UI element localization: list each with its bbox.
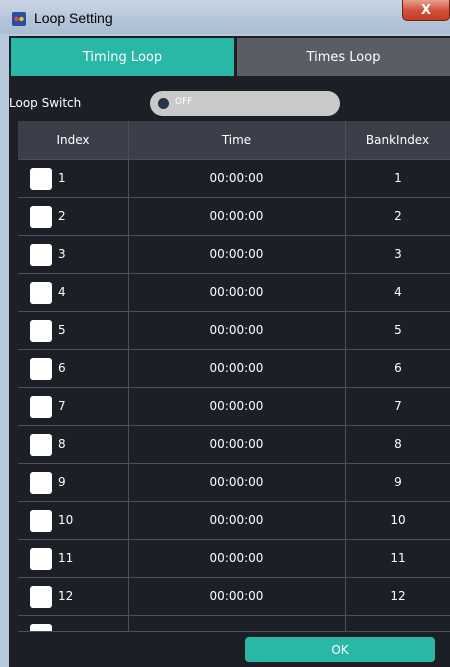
table-row[interactable]: 6 00:00:00 6 — [18, 349, 450, 387]
footer-divider — [18, 631, 450, 632]
loop-table: Index Time BankIndex 1 00:00:00 1 2 00:0… — [18, 121, 450, 631]
row-bankindex[interactable]: 2 — [346, 209, 450, 223]
row-checkbox[interactable] — [30, 510, 52, 532]
row-bankindex[interactable]: 7 — [346, 399, 450, 413]
row-index: 3 — [58, 247, 66, 261]
row-index: 2 — [58, 209, 66, 223]
row-checkbox[interactable] — [30, 396, 52, 418]
toggle-knob — [158, 98, 169, 109]
title-bar: Loop Setting X — [0, 0, 450, 38]
row-time[interactable]: 00:00:00 — [128, 171, 345, 185]
row-time[interactable]: 00:00:00 — [128, 209, 345, 223]
table-row[interactable]: 3 00:00:00 3 — [18, 235, 450, 273]
column-divider — [345, 121, 346, 631]
row-index: 7 — [58, 399, 66, 413]
row-bankindex[interactable]: 5 — [346, 323, 450, 337]
table-row-partial[interactable] — [18, 615, 450, 631]
row-time[interactable]: 00:00:00 — [128, 399, 345, 413]
table-row[interactable]: 10 00:00:00 10 — [18, 501, 450, 539]
tab-label: Times Loop — [306, 49, 381, 65]
row-bankindex[interactable]: 11 — [346, 551, 450, 565]
ok-button[interactable]: OK — [245, 637, 435, 662]
close-button[interactable]: X — [402, 0, 450, 21]
row-index: 11 — [58, 551, 74, 565]
row-bankindex[interactable]: 12 — [346, 589, 450, 603]
column-divider — [128, 121, 129, 631]
row-checkbox[interactable] — [30, 168, 52, 190]
row-bankindex[interactable]: 4 — [346, 285, 450, 299]
toggle-state: OFF — [175, 97, 193, 107]
row-index: 6 — [58, 361, 66, 375]
row-time[interactable]: 00:00:00 — [128, 513, 345, 527]
row-time[interactable]: 00:00:00 — [128, 323, 345, 337]
row-checkbox[interactable] — [30, 320, 52, 342]
row-time[interactable]: 00:00:00 — [128, 589, 345, 603]
table-row[interactable]: 9 00:00:00 9 — [18, 463, 450, 501]
table-row[interactable]: 5 00:00:00 5 — [18, 311, 450, 349]
table-row[interactable]: 12 00:00:00 12 — [18, 577, 450, 615]
row-checkbox[interactable] — [30, 358, 52, 380]
row-checkbox[interactable] — [30, 206, 52, 228]
tab-times-loop[interactable]: Times Loop — [237, 38, 450, 76]
row-checkbox[interactable] — [30, 244, 52, 266]
table-row[interactable]: 7 00:00:00 7 — [18, 387, 450, 425]
row-time[interactable]: 00:00:00 — [128, 475, 345, 489]
table-row[interactable]: 1 00:00:00 1 — [18, 159, 450, 197]
loop-switch-toggle[interactable]: OFF — [150, 91, 340, 116]
row-time[interactable]: 00:00:00 — [128, 437, 345, 451]
table-row[interactable]: 4 00:00:00 4 — [18, 273, 450, 311]
tab-label: Timing Loop — [82, 49, 163, 65]
row-time[interactable]: 00:00:00 — [128, 361, 345, 375]
row-index: 9 — [58, 475, 66, 489]
app-icon — [12, 12, 26, 26]
row-index: 10 — [58, 513, 74, 527]
table-row[interactable]: 8 00:00:00 8 — [18, 425, 450, 463]
row-index: 5 — [58, 323, 66, 337]
row-checkbox[interactable] — [30, 548, 52, 570]
row-bankindex[interactable]: 1 — [346, 171, 450, 185]
row-checkbox[interactable] — [30, 282, 52, 304]
row-checkbox[interactable] — [30, 434, 52, 456]
row-index: 8 — [58, 437, 66, 451]
table-row[interactable]: 11 00:00:00 11 — [18, 539, 450, 577]
row-time[interactable]: 00:00:00 — [128, 285, 345, 299]
row-bankindex[interactable]: 6 — [346, 361, 450, 375]
dialog-body: Timing Loop Times Loop Loop Switch OFF I… — [9, 36, 450, 667]
row-index: 4 — [58, 285, 66, 299]
ok-label: OK — [331, 642, 349, 657]
close-icon: X — [420, 2, 432, 18]
row-index: 12 — [58, 589, 74, 603]
row-bankindex[interactable]: 3 — [346, 247, 450, 261]
loop-switch-label: Loop Switch — [9, 96, 82, 110]
row-index: 1 — [58, 171, 66, 185]
row-time[interactable]: 00:00:00 — [128, 551, 345, 565]
tab-timing-loop[interactable]: Timing Loop — [11, 38, 234, 76]
row-bankindex[interactable]: 9 — [346, 475, 450, 489]
window-title: Loop Setting — [34, 10, 113, 26]
window-frame: Timing Loop Times Loop Loop Switch OFF I… — [0, 34, 450, 667]
row-bankindex[interactable]: 8 — [346, 437, 450, 451]
table-header: Index Time BankIndex — [18, 121, 450, 159]
column-header-time[interactable]: Time — [128, 121, 345, 159]
row-time[interactable]: 00:00:00 — [128, 247, 345, 261]
row-checkbox[interactable] — [30, 472, 52, 494]
row-checkbox[interactable] — [30, 624, 52, 631]
column-header-bankindex[interactable]: BankIndex — [345, 121, 450, 159]
column-header-index[interactable]: Index — [18, 121, 128, 159]
table-row[interactable]: 2 00:00:00 2 — [18, 197, 450, 235]
row-checkbox[interactable] — [30, 586, 52, 608]
row-bankindex[interactable]: 10 — [346, 513, 450, 527]
